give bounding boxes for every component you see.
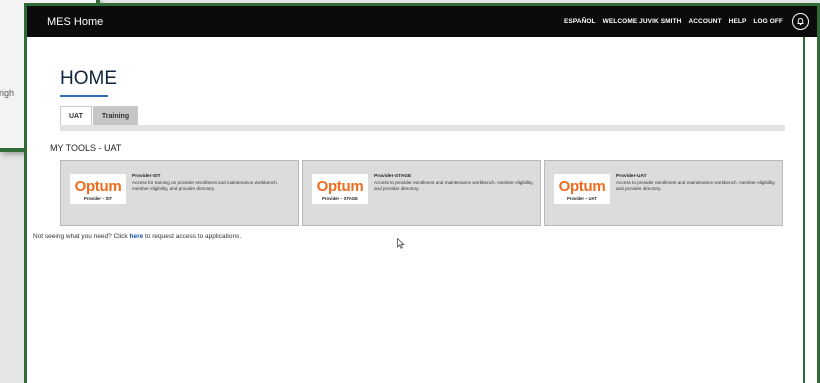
optum-logo: Optum Provider – STAGE <box>312 174 368 204</box>
request-access-text: Not seeing what you need? Click here to … <box>33 233 241 240</box>
section-title: MY TOOLS - UAT <box>50 143 122 153</box>
logo-wordmark: Optum <box>316 178 364 195</box>
nav-log-off[interactable]: LOG OFF <box>753 18 783 25</box>
tab-uat[interactable]: UAT <box>60 106 92 125</box>
tab-strip <box>60 125 785 131</box>
tool-description: Access for training on provider enrollme… <box>132 180 279 192</box>
mouse-cursor-icon <box>397 236 405 254</box>
top-nav: ESPAÑOL WELCOME JUVIK SMITH ACCOUNT HELP… <box>557 13 809 30</box>
title-underline <box>60 95 108 97</box>
tab-bar: UAT Training <box>60 106 139 125</box>
nav-help[interactable]: HELP <box>729 18 747 25</box>
tool-cards: Optum Provider – SIT Provider-SIT Access… <box>60 160 786 226</box>
tool-name: Provider-UAT <box>616 174 647 179</box>
logo-wordmark: Optum <box>74 178 122 195</box>
tool-card-text: Provider-STAGE Access to provider enroll… <box>374 174 534 225</box>
nav-account[interactable]: ACCOUNT <box>688 18 721 25</box>
bell-icon[interactable] <box>792 13 809 30</box>
logo-wordmark: Optum <box>558 178 606 195</box>
top-bar: MES Home ESPAÑOL WELCOME JUVIK SMITH ACC… <box>27 6 817 37</box>
tool-description: Access to provider enrollment and mainte… <box>616 180 776 192</box>
nav-welcome-user: WELCOME JUVIK SMITH <box>602 18 682 25</box>
right-divider <box>803 37 805 383</box>
tool-card-text: Provider-UAT Access to provider enrollme… <box>616 174 776 225</box>
optum-logo: Optum Provider – UAT <box>554 174 610 204</box>
nav-language[interactable]: ESPAÑOL <box>564 18 596 25</box>
tool-card-provider-sit[interactable]: Optum Provider – SIT Provider-SIT Access… <box>60 160 299 226</box>
app-title[interactable]: MES Home <box>47 16 103 28</box>
optum-logo: Optum Provider – SIT <box>70 174 126 204</box>
logo-subtitle: Provider – UAT <box>567 196 597 201</box>
app-window: MES Home ESPAÑOL WELCOME JUVIK SMITH ACC… <box>24 3 820 383</box>
page-title: HOME <box>60 68 117 89</box>
tool-card-provider-stage[interactable]: Optum Provider – STAGE Provider-STAGE Ac… <box>302 160 541 226</box>
help-suffix: to request access to applications. <box>143 233 242 240</box>
tool-description: Access to provider enrollment and mainte… <box>374 180 534 192</box>
help-prefix: Not seeing what you need? Click <box>33 233 130 240</box>
logo-subtitle: Provider – SIT <box>83 196 113 201</box>
tab-training[interactable]: Training <box>92 106 139 125</box>
background-window-text: righ <box>0 88 15 98</box>
request-access-link[interactable]: here <box>129 233 143 240</box>
logo-subtitle: Provider – STAGE <box>322 196 358 201</box>
tool-card-provider-uat[interactable]: Optum Provider – UAT Provider-UAT Access… <box>544 160 783 226</box>
tool-card-text: Provider-SIT Access for training on prov… <box>132 174 292 225</box>
tool-name: Provider-STAGE <box>374 174 412 179</box>
tool-name: Provider-SIT <box>132 174 161 179</box>
